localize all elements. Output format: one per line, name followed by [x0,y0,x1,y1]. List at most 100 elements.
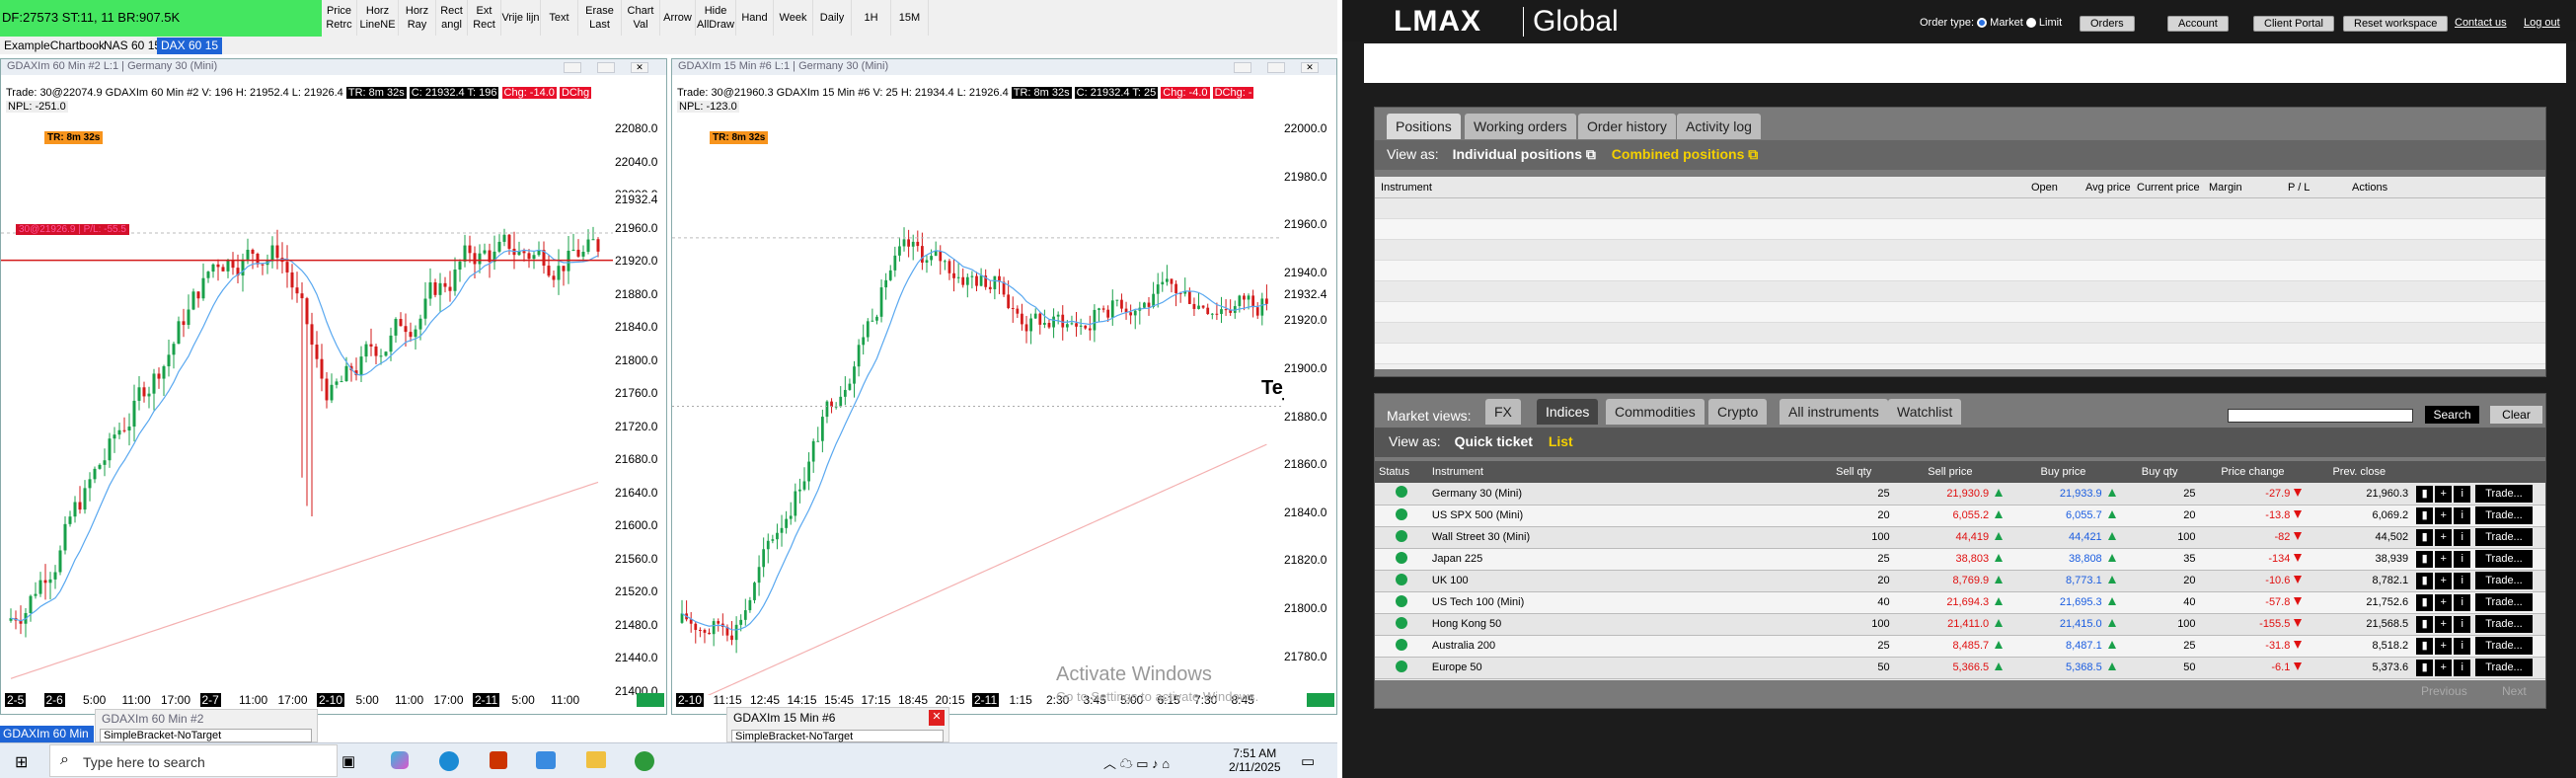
instrument-row[interactable]: Australia 200 25 8,485.7 8,487.1 25 -31.8 8,51… [1375,635,2545,658]
chart-icon[interactable]: ▮ [2416,594,2434,611]
sell-price-cell[interactable]: 8,769.9 [1893,570,2008,592]
tool-button-7[interactable]: Erase Last [578,0,622,36]
info-icon[interactable]: i [2454,616,2471,633]
tool-button-12[interactable]: Week [774,0,813,36]
sell-price-cell[interactable]: 8,485.7 [1893,635,2008,658]
tool-button-6[interactable]: Text [541,0,578,36]
buy-price-cell[interactable]: 21,415.0 [2007,613,2120,636]
individual-positions-link[interactable]: Individual positions ⧉ [1453,146,1596,162]
info-icon[interactable]: i [2454,638,2471,655]
combined-positions-link[interactable]: Combined positions ⧉ [1612,146,1758,162]
scroll-indicator[interactable] [1307,693,1334,707]
sell-price-cell[interactable]: 5,366.5 [1893,657,2008,679]
orders-button[interactable]: Orders [2080,16,2135,32]
tool-button-10[interactable]: Hide AllDraw [696,0,736,36]
windows-start-icon[interactable]: ⊞ [15,752,28,772]
buy-price-cell[interactable]: 44,421 [2007,526,2120,549]
client-portal-button[interactable]: Client Portal [2253,16,2334,32]
price-plot-60min[interactable] [1,117,613,695]
instrument-row[interactable]: UK 100 20 8,769.9 8,773.1 20 -10.6 8,782.1 ▮ + i … [1375,570,2545,592]
list-link[interactable]: List [1549,433,1573,449]
clear-button[interactable]: Clear [2490,406,2542,424]
buy-price-cell[interactable]: 8,773.1 [2007,570,2120,592]
tab-positions[interactable]: Positions [1387,114,1461,139]
chart-icon[interactable]: ▮ [2416,551,2434,568]
quick-ticket-link[interactable]: Quick ticket [1455,433,1533,449]
add-watchlist-icon[interactable]: + [2435,638,2453,655]
info-icon[interactable]: i [2454,594,2471,611]
tab-order-history[interactable]: Order history [1578,114,1676,139]
tool-button-15[interactable]: 15M [891,0,929,36]
tab-chartbook[interactable]: ExampleChartbook [0,38,109,54]
info-icon[interactable]: i [2454,660,2471,676]
minimize-button[interactable] [564,62,581,73]
add-watchlist-icon[interactable]: + [2435,507,2453,524]
next-button[interactable]: Next [2502,684,2527,698]
edge-icon[interactable] [439,751,459,771]
sell-price-cell[interactable]: 44,419 [1893,526,2008,549]
tab-working-orders[interactable]: Working orders [1465,114,1576,139]
add-watchlist-icon[interactable]: + [2435,485,2453,503]
previous-button[interactable]: Previous [2421,684,2467,698]
sell-price-cell[interactable]: 38,803 [1893,548,2008,571]
notifications-icon[interactable]: ▭ [1301,752,1315,770]
market-tab-0[interactable]: FX [1485,399,1521,425]
market-tab-1[interactable]: Indices [1537,399,1599,425]
tool-button-11[interactable]: Hand [736,0,774,36]
trade-button[interactable]: Trade... [2475,550,2533,568]
tab-nas[interactable]: NAS 60 15 [100,38,165,54]
chart-icon[interactable]: ▮ [2416,529,2434,546]
chart-icon[interactable]: ▮ [2416,485,2434,503]
reset-workspace-button[interactable]: Reset workspace [2343,16,2449,32]
trade-button[interactable]: Trade... [2475,637,2533,655]
search-button[interactable]: Search [2425,406,2479,424]
contact-us-link[interactable]: Contact us [2455,17,2507,29]
tool-button-4[interactable]: Ext Rect [468,0,501,36]
store-icon[interactable] [536,751,556,769]
tab-activity-log[interactable]: Activity log [1677,114,1761,139]
tool-button-1[interactable]: Horz LineNE [357,0,399,36]
add-watchlist-icon[interactable]: + [2435,594,2453,611]
chart-icon[interactable]: ▮ [2416,573,2434,589]
market-tab-4[interactable]: All instruments [1780,399,1888,425]
maximize-button[interactable] [1267,62,1285,73]
add-watchlist-icon[interactable]: + [2435,573,2453,589]
file-explorer-icon[interactable] [586,751,606,768]
chart-icon[interactable]: ▮ [2416,507,2434,524]
close-icon[interactable]: ✕ [929,710,945,726]
scroll-indicator[interactable] [637,693,664,707]
market-tab-5[interactable]: Watchlist [1888,399,1962,425]
sell-price-cell[interactable]: 21,930.9 [1893,483,2008,506]
tool-button-8[interactable]: Chart Val [622,0,660,36]
close-button[interactable]: ✕ [631,62,648,73]
info-icon[interactable]: i [2454,573,2471,589]
tab-dax[interactable]: DAX 60 15 [157,38,223,54]
sell-price-cell[interactable]: 21,694.3 [1893,591,2008,614]
maximize-button[interactable] [597,62,615,73]
browser-icon[interactable] [635,751,654,771]
add-watchlist-icon[interactable]: + [2435,529,2453,546]
close-button[interactable]: ✕ [1301,62,1319,73]
buy-price-cell[interactable]: 6,055.7 [2007,505,2120,527]
buy-price-cell[interactable]: 8,487.1 [2007,635,2120,658]
trade-button[interactable]: Trade... [2475,484,2533,503]
tool-button-3[interactable]: Rect angl [436,0,468,36]
info-icon[interactable]: i [2454,529,2471,546]
instrument-row[interactable]: Europe 50 50 5,366.5 5,368.5 50 -6.1 5,373.6 ▮ +… [1375,657,2545,679]
strategy-select[interactable]: SimpleBracket-NoTarget [731,730,944,742]
market-search-input[interactable] [2228,409,2413,423]
chart-icon[interactable]: ▮ [2416,660,2434,676]
trade-button[interactable]: Trade... [2475,615,2533,633]
position-label[interactable]: 30@21926.9 | P/L: -55.5 [16,224,129,235]
buy-price-cell[interactable]: 21,933.9 [2007,483,2120,506]
instrument-row[interactable]: Germany 30 (Mini) 25 21,930.9 21,933.9 25 -27… [1375,483,2545,506]
trade-button[interactable]: Trade... [2475,528,2533,546]
instrument-row[interactable]: Japan 225 25 38,803 38,808 35 -134 38,939 ▮ + i T… [1375,548,2545,571]
add-watchlist-icon[interactable]: + [2435,616,2453,633]
account-button[interactable]: Account [2167,16,2229,32]
tool-button-0[interactable]: Price Retrc [322,0,357,36]
info-icon[interactable]: i [2454,551,2471,568]
tool-button-9[interactable]: Arrow [660,0,696,36]
market-tab-3[interactable]: Crypto [1708,399,1768,425]
sell-price-cell[interactable]: 21,411.0 [1893,613,2008,636]
